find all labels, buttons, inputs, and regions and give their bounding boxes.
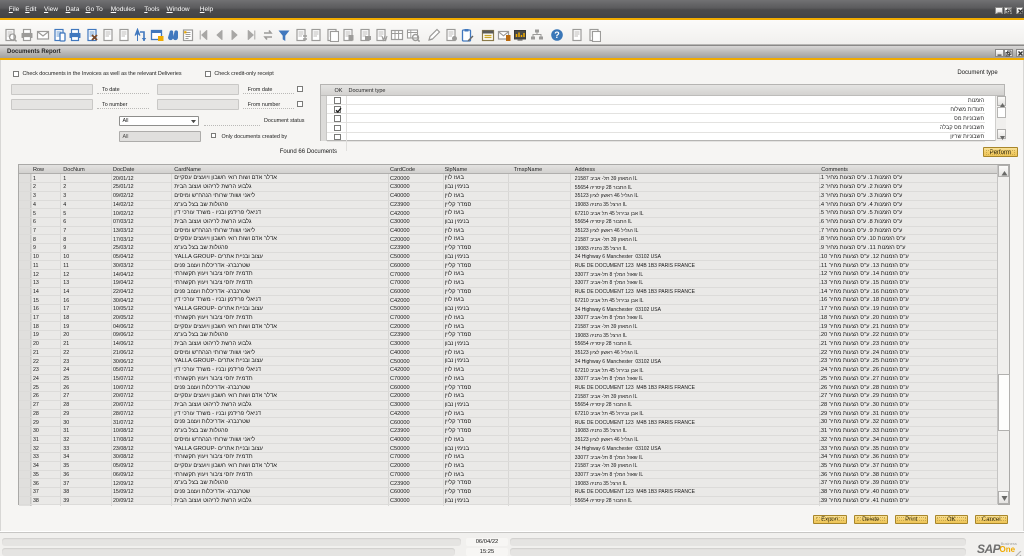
svg-text:?: ? [554,30,560,40]
